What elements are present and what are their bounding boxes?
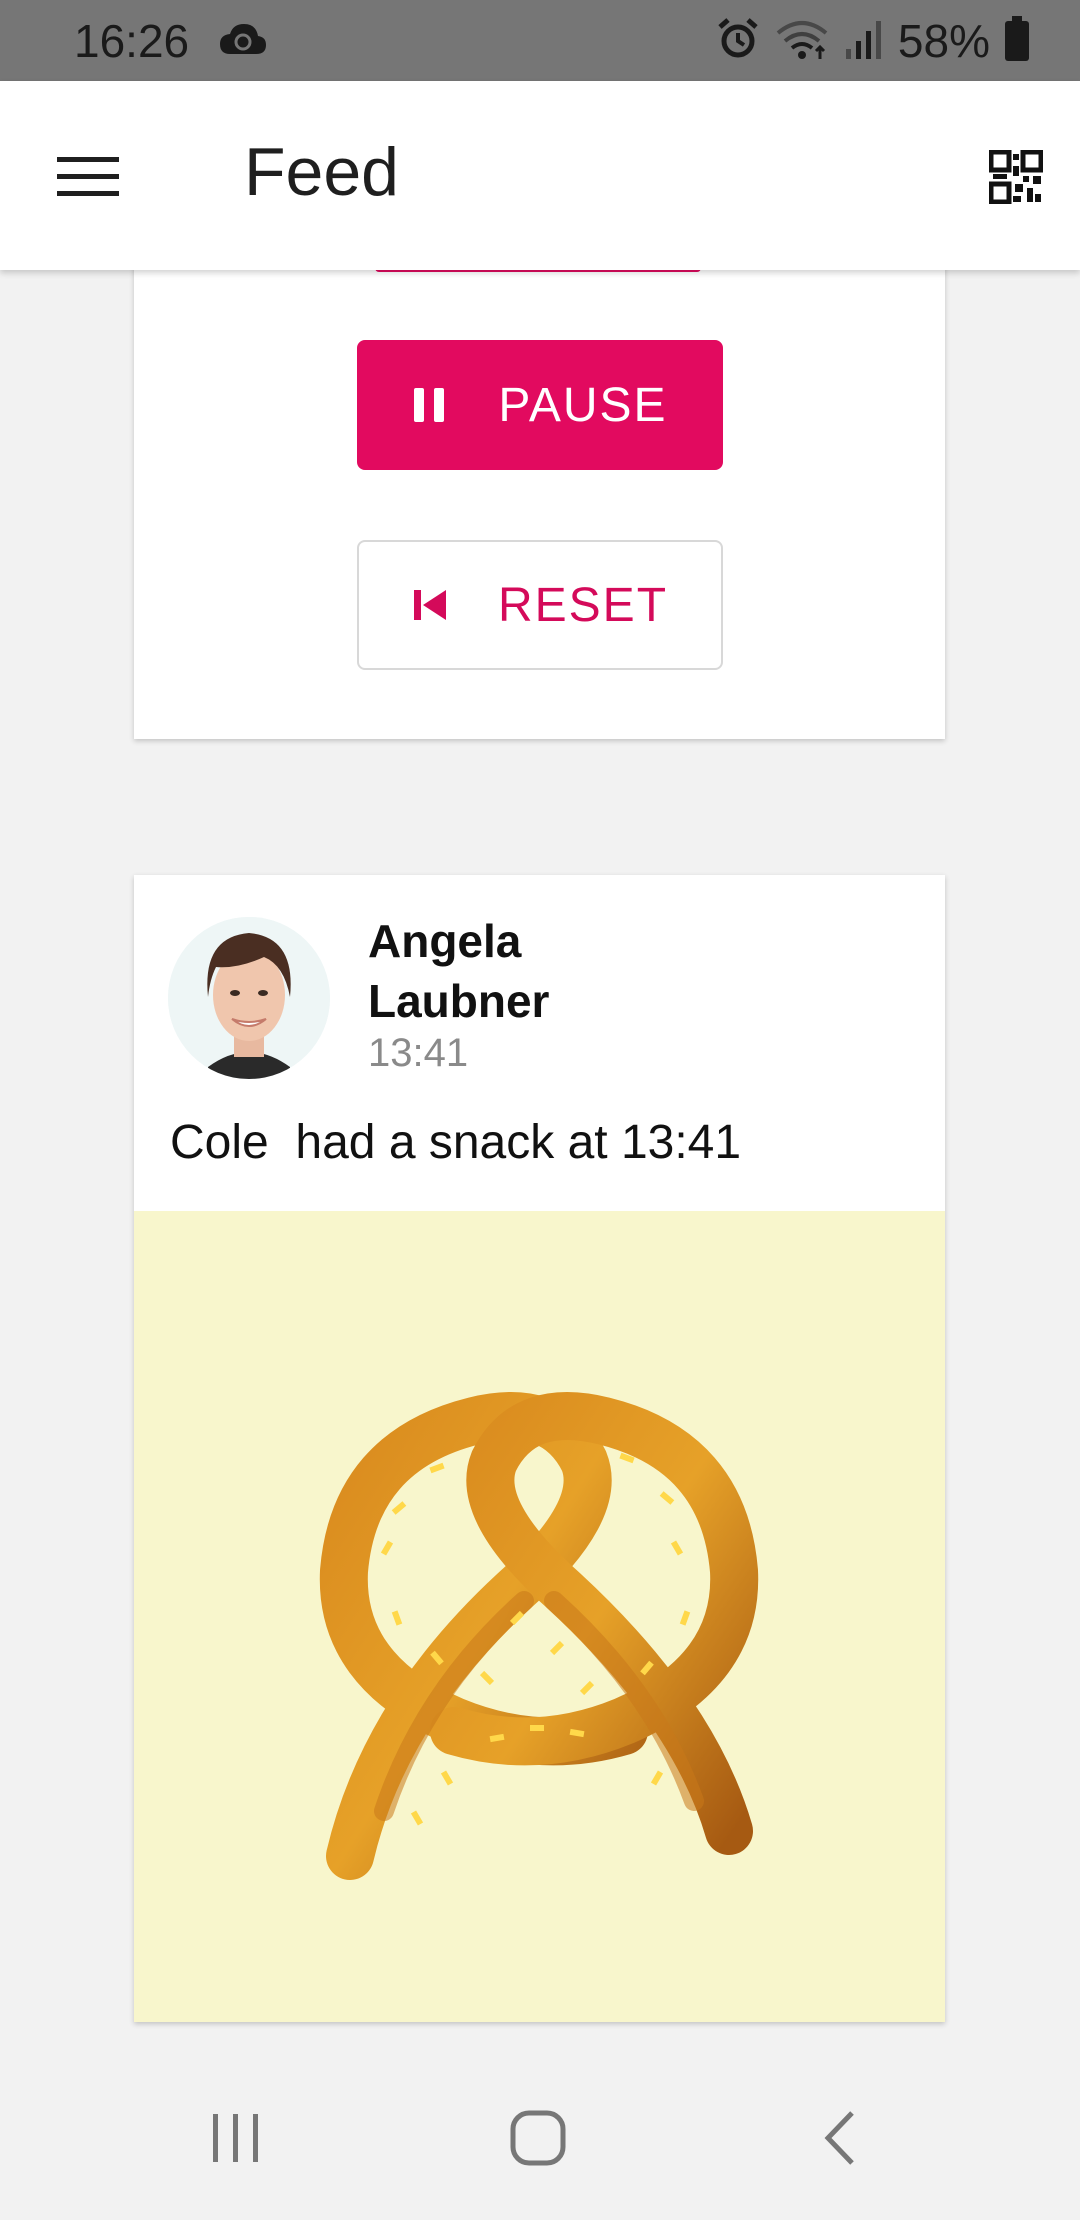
feed-post-card[interactable]: Angela Laubner 13:41 Cole had a snack at…: [134, 875, 945, 2022]
reset-label: RESET: [497, 578, 669, 632]
app-bar: Feed: [0, 81, 1080, 270]
status-icons: 58%: [716, 14, 1030, 68]
post-author[interactable]: Angela Laubner: [368, 911, 668, 1031]
recent-apps-button[interactable]: [196, 2100, 276, 2180]
qr-scan-button[interactable]: [976, 139, 1056, 219]
pause-label: PAUSE: [498, 378, 668, 432]
hamburger-menu-icon: [57, 155, 119, 204]
pause-button[interactable]: PAUSE: [357, 340, 723, 470]
alarm-icon: [716, 17, 760, 66]
post-time: 13:41: [368, 1031, 469, 1075]
signal-icon: [844, 17, 884, 66]
back-icon: [820, 2110, 860, 2170]
cloud-sync-icon: [218, 20, 268, 65]
pause-icon: [412, 386, 448, 424]
avatar[interactable]: [168, 917, 330, 1079]
pretzel-illustration: [134, 1211, 945, 2022]
status-time: 16:26: [74, 15, 190, 67]
status-bar: 16:26 58%: [0, 0, 1080, 81]
page-title: Feed: [244, 134, 399, 210]
wifi-icon: [774, 17, 830, 66]
home-button[interactable]: [498, 2100, 578, 2180]
back-button[interactable]: [800, 2100, 880, 2180]
timer-card: PAUSE RESET: [134, 250, 945, 739]
skip-previous-icon: [412, 588, 448, 622]
home-icon: [509, 2109, 567, 2172]
system-nav-bar: [0, 2050, 1080, 2220]
recent-apps-icon: [209, 2112, 263, 2169]
reset-button[interactable]: RESET: [357, 540, 723, 670]
qr-code-icon: [988, 149, 1044, 209]
battery-percent: 58%: [897, 15, 990, 67]
post-text: Cole had a snack at 13:41: [170, 1116, 742, 1169]
menu-button[interactable]: [38, 139, 138, 219]
battery-icon: [1004, 15, 1030, 67]
